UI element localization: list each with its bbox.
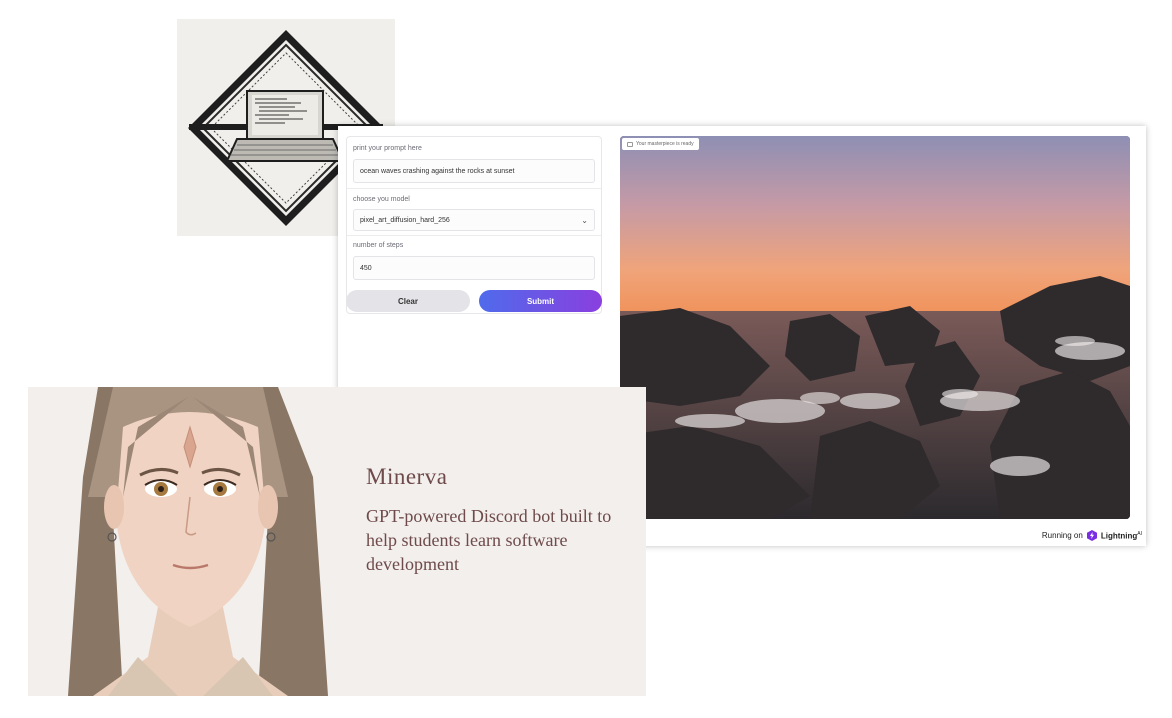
steps-label: number of steps	[353, 242, 404, 249]
image-icon	[627, 141, 633, 147]
lightning-brand: LightningAI	[1100, 530, 1142, 541]
chevron-down-icon: ⌄	[581, 215, 588, 225]
input-form-panel: print your prompt here ocean waves crash…	[346, 136, 602, 314]
clear-button[interactable]: Clear	[346, 290, 470, 312]
lightning-logo-icon	[1086, 530, 1097, 541]
prompt-field-group: print your prompt here ocean waves crash…	[347, 137, 601, 189]
steps-field-group: number of steps 450	[347, 236, 601, 286]
submit-button[interactable]: Submit	[479, 290, 602, 312]
model-select[interactable]: pixel_art_diffusion_hard_256 ⌄	[353, 209, 595, 231]
prompt-input-value: ocean waves crashing against the rocks a…	[360, 167, 515, 175]
generated-image	[620, 136, 1130, 519]
minerva-title: Minerva	[366, 464, 448, 489]
model-field-group: choose you model pixel_art_diffusion_har…	[347, 189, 601, 236]
running-on-label: Running on	[1041, 531, 1083, 540]
output-status-label: Your masterpiece is ready	[636, 141, 694, 147]
steps-input-value: 450	[360, 264, 372, 272]
brand-superscript: AI	[1137, 530, 1142, 537]
output-image-panel: Your masterpiece is ready	[620, 136, 1130, 519]
minerva-description: GPT-powered Discord bot built to help st…	[366, 506, 612, 574]
minerva-portrait	[28, 387, 358, 696]
minerva-card: Minerva GPT-powered Discord bot built to…	[28, 387, 646, 696]
steps-input[interactable]: 450	[353, 256, 595, 280]
prompt-input[interactable]: ocean waves crashing against the rocks a…	[353, 159, 595, 183]
running-on-footer[interactable]: Running on LightningAI	[1042, 530, 1142, 541]
output-status-badge: Your masterpiece is ready	[622, 138, 699, 150]
prompt-label: print your prompt here	[353, 145, 422, 152]
model-label: choose you model	[353, 196, 410, 203]
model-select-value: pixel_art_diffusion_hard_256	[360, 216, 450, 224]
